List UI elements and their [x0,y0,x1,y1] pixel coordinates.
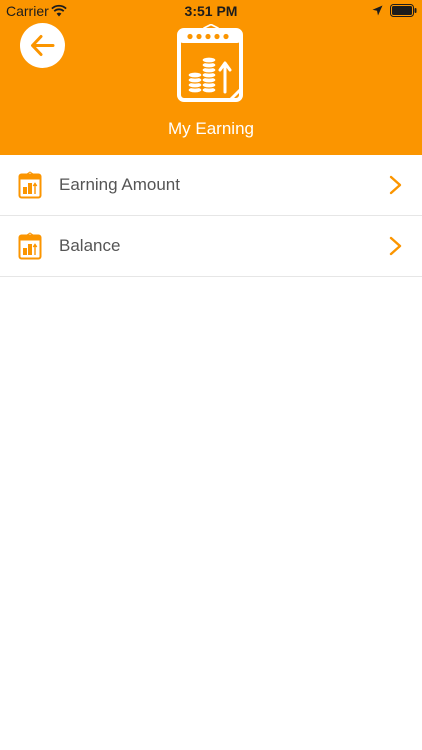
menu-item-balance[interactable]: Balance [0,216,422,277]
status-bar: Carrier 3:51 PM [0,0,422,22]
back-button[interactable] [20,23,65,68]
menu-item-label: Earning Amount [59,175,180,194]
earning-calendar-icon [18,232,42,260]
earning-calendar-icon [18,171,42,199]
menu-list: Earning Amount Balance [0,155,422,277]
location-icon [372,5,383,16]
chevron-right-icon [389,236,402,256]
status-time: 3:51 PM [184,3,238,19]
earning-calendar-icon [177,24,243,102]
menu-item-label: Balance [59,236,121,255]
chevron-right-icon [389,175,402,195]
battery-icon [390,4,417,17]
page-title: My Earning [168,119,254,138]
arrow-left-icon [31,35,55,56]
header: Carrier 3:51 PM My Earning [0,0,422,155]
menu-item-earning-amount[interactable]: Earning Amount [0,155,422,216]
